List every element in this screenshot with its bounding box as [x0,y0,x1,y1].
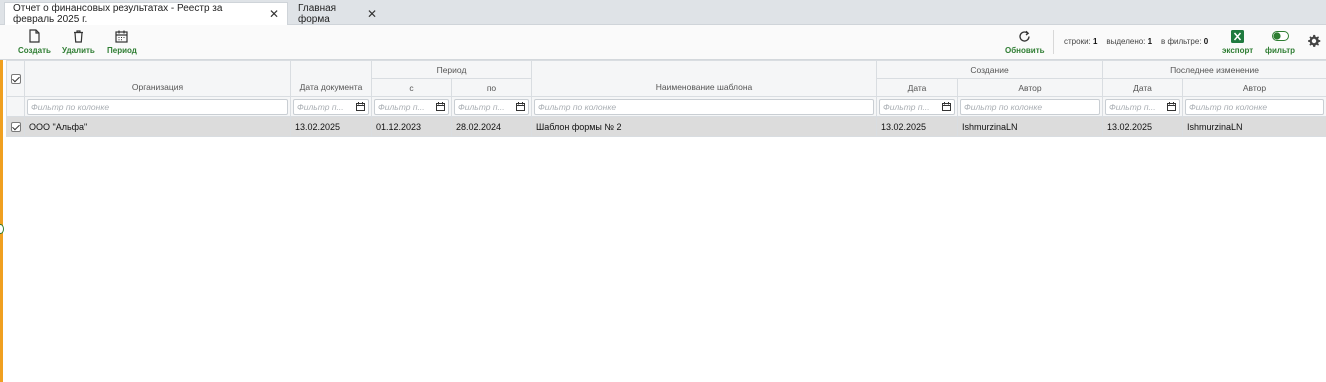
rows-label: строки: [1064,37,1091,46]
close-icon[interactable]: ✕ [269,7,279,21]
cell-created-date: 13.02.2025 [876,116,958,137]
col-created-author[interactable]: Автор [957,78,1103,97]
toolbar: Создать Удалить Период Обновить строки: … [0,25,1326,60]
filter-placeholder: Фильтр по колонке [1189,101,1268,112]
filter-toggle[interactable]: фильтр [1265,28,1295,55]
filter-created-date[interactable]: Фильтр п... [876,96,958,117]
cell-organization: ООО "Альфа" [24,116,291,137]
refresh-icon [1018,28,1031,44]
side-handle[interactable] [0,224,4,234]
data-grid: Организация Дата документа Период Наимен… [6,60,1326,137]
calendar-icon[interactable] [942,102,951,111]
filter-doc-date[interactable]: Фильтр п... [290,96,372,117]
cell-period-from: 01.12.2023 [371,116,452,137]
filtered-label: в фильтре: [1160,37,1202,46]
close-icon[interactable]: ✕ [367,7,377,21]
period-label: Период [107,46,137,55]
col-template[interactable]: Наименование шаблона [531,60,877,97]
filter-organization[interactable]: Фильтр по колонке [24,96,291,117]
calendar-icon[interactable] [516,102,525,111]
excel-icon [1231,28,1245,44]
calendar-icon[interactable] [436,102,445,111]
filter-placeholder: Фильтр по колонке [31,101,110,112]
filter-placeholder: Фильтр по колонке [538,101,617,112]
filter-modified-author[interactable]: Фильтр по колонке [1182,96,1326,117]
row-checkbox[interactable] [10,121,21,132]
filter-template[interactable]: Фильтр по колонке [531,96,877,117]
cell-template: Шаблон формы № 2 [531,116,877,137]
tab-bar: Отчет о финансовых результатах - Реестр … [0,0,1326,25]
col-group-period: Период [371,60,532,79]
toolbar-divider [1053,30,1054,54]
filter-placeholder: Фильтр п... [458,101,505,112]
trash-icon [73,28,84,44]
filter-period-from[interactable]: Фильтр п... [371,96,452,117]
app-window: Отчет о финансовых результатах - Реестр … [0,0,1326,382]
filter-placeholder: Фильтр по колонке [964,101,1043,112]
toggle-icon [1271,28,1289,44]
selected-label: выделено: [1106,37,1146,46]
tab-report-label: Отчет о финансовых результатах - Реестр … [13,3,223,25]
filter-placeholder: Фильтр п... [297,101,344,112]
refresh-label: Обновить [1005,46,1045,55]
calendar-icon[interactable] [356,102,365,111]
export-button[interactable]: экспорт [1222,28,1253,55]
row-stats: строки: 1 выделено: 1 в фильтре: 0 [1064,37,1208,46]
filter-period-to[interactable]: Фильтр п... [451,96,532,117]
col-period-from[interactable]: с [371,78,452,97]
select-all-cell[interactable] [6,60,25,97]
cell-created-author: IshmurzinaLN [957,116,1103,137]
col-created-date[interactable]: Дата [876,78,958,97]
col-period-to[interactable]: по [451,78,532,97]
table-row[interactable]: ООО "Альфа" 13.02.2025 01.12.2023 28.02.… [6,116,1326,137]
filter-modified-date[interactable]: Фильтр п... [1102,96,1183,117]
tab-report[interactable]: Отчет о финансовых результатах - Реестр … [4,2,288,25]
file-icon [29,28,40,44]
create-button[interactable]: Создать [18,28,51,55]
col-doc-date[interactable]: Дата документа [290,60,372,97]
filter-spacer [6,96,25,117]
filter-created-author[interactable]: Фильтр по колонке [957,96,1103,117]
create-label: Создать [18,46,51,55]
col-modified-author[interactable]: Автор [1182,78,1326,97]
col-organization[interactable]: Организация [24,60,291,97]
refresh-button[interactable]: Обновить [1005,28,1045,55]
gear-icon [1307,33,1321,49]
tab-main-form-label: Главная форма [298,2,337,25]
col-modified-date[interactable]: Дата [1102,78,1183,97]
delete-label: Удалить [62,46,95,55]
cell-modified-date: 13.02.2025 [1102,116,1183,137]
tab-main-form[interactable]: Главная форма ✕ [290,2,385,25]
calendar-icon [115,28,129,44]
period-button[interactable]: Период [107,28,137,55]
col-group-created: Создание [876,60,1103,79]
row-select-cell[interactable] [6,116,25,137]
select-all-checkbox[interactable] [10,73,21,84]
filter-placeholder: Фильтр п... [883,101,930,112]
cell-period-to: 28.02.2024 [451,116,532,137]
export-label: экспорт [1222,46,1254,55]
col-group-modified: Последнее изменение [1102,60,1326,79]
settings-button[interactable] [1307,33,1321,49]
cell-modified-author: IshmurzinaLN [1182,116,1326,137]
filter-label: фильтр [1265,46,1296,55]
calendar-icon[interactable] [1167,102,1176,111]
filter-placeholder: Фильтр п... [378,101,425,112]
rows-value: 1 [1093,37,1098,46]
filter-placeholder: Фильтр п... [1109,101,1156,112]
delete-button[interactable]: Удалить [62,28,95,55]
filtered-value: 0 [1203,37,1209,46]
selected-value: 1 [1147,37,1153,46]
cell-doc-date: 13.02.2025 [290,116,372,137]
